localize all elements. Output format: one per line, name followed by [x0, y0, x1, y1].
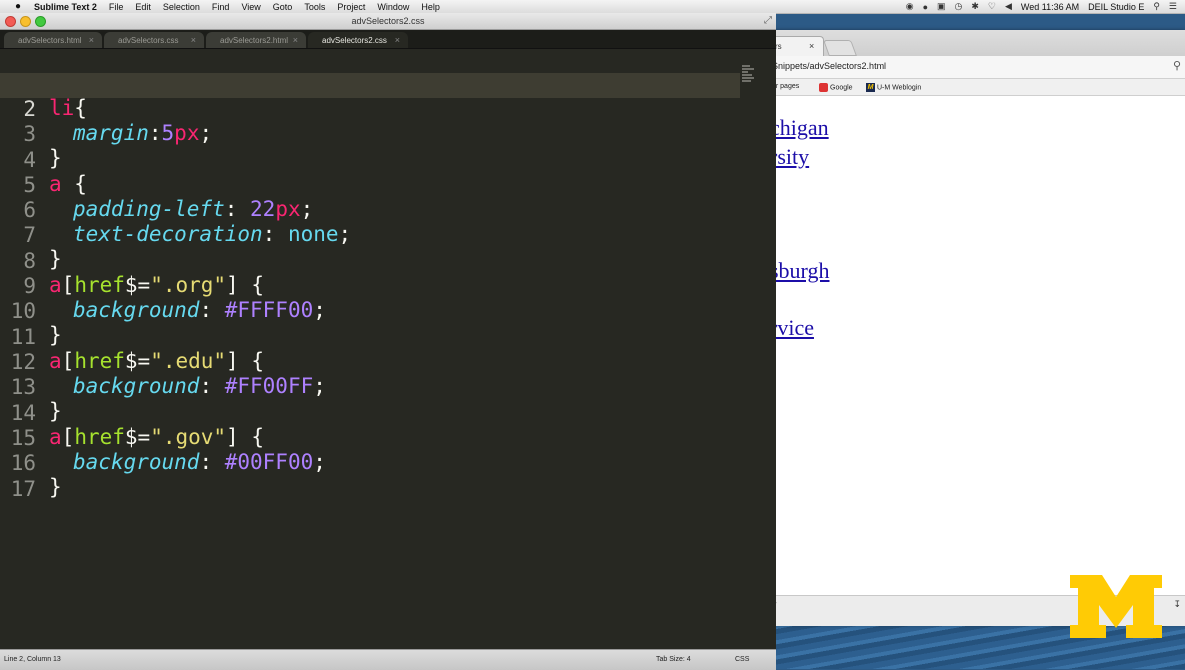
window-controls: [5, 16, 46, 27]
code-line: 9 background: #FFFF00;: [0, 250, 740, 322]
new-tab-button[interactable]: [823, 40, 857, 56]
close-icon[interactable]: ×: [809, 41, 814, 51]
minimize-window-button[interactable]: [20, 16, 31, 27]
code-line: 1 li{: [0, 48, 740, 120]
umich-icon: M: [866, 83, 875, 92]
code-line: 4 a {: [0, 124, 740, 196]
bookmark-google-label: Google: [830, 84, 853, 92]
time-machine-icon[interactable]: ◷: [955, 1, 963, 12]
close-icon[interactable]: ×: [191, 35, 196, 45]
skype-icon[interactable]: ●: [923, 2, 928, 12]
code-line: 16 }: [0, 427, 740, 499]
menu-find[interactable]: Find: [212, 2, 230, 12]
umich-block-m-logo: [1070, 575, 1162, 638]
search-icon[interactable]: ⚲: [1173, 59, 1181, 72]
link-service[interactable]: rvice: [770, 315, 814, 341]
code-line: 8 a[href$=".org"] {: [0, 225, 740, 297]
close-window-button[interactable]: [5, 16, 16, 27]
volume-icon[interactable]: ◀: [1005, 1, 1012, 12]
code-line: 3 }: [0, 98, 740, 170]
link-pittsburgh[interactable]: sburgh: [770, 258, 830, 284]
tab-advselectors2-html[interactable]: advSelectors2.html ×: [206, 32, 306, 48]
tab-size-selector[interactable]: Tab Size: 4: [656, 656, 691, 663]
menu-view[interactable]: View: [241, 2, 260, 12]
menu-edit[interactable]: Edit: [135, 2, 151, 12]
close-icon[interactable]: ×: [293, 35, 298, 45]
editor-status-bar: Line 2, Column 13 Tab Size: 4 CSS: [0, 649, 776, 670]
menu-file[interactable]: File: [109, 2, 124, 12]
google-icon: [819, 83, 828, 92]
sublime-title-bar: advSelectors2.css ⤢: [0, 13, 776, 30]
address-bar[interactable]: Snippets/advSelectors2.html ⚲: [770, 56, 1185, 79]
code-line: 14 a[href$=".gov"] {: [0, 377, 740, 449]
code-editor[interactable]: 1 li{ 2 margin:5px; 3 } 4 a { 5 padding-…: [0, 48, 776, 654]
url-text: Snippets/advSelectors2.html: [772, 61, 887, 71]
line-number: 17: [10, 477, 36, 501]
tab-label: advSelectors2.css: [322, 36, 387, 45]
code-line: 5 padding-left: 22px;: [0, 149, 740, 221]
browser-window: rs × Snippets/advSelectors2.html ⚲ ur pa…: [770, 30, 1185, 626]
download-icon[interactable]: ↧: [1173, 599, 1181, 610]
bookmark-google[interactable]: Google: [819, 83, 853, 92]
screen-icon[interactable]: ▣: [937, 1, 946, 12]
menu-goto[interactable]: Goto: [273, 2, 293, 12]
bookmarks-bar: ur pages Google M U-M Weblogin: [770, 79, 1185, 96]
apple-icon[interactable]: ●: [12, 1, 24, 12]
spotlight-icon[interactable]: ⚲: [1153, 1, 1160, 12]
tab-label: advSelectors.css: [118, 36, 179, 45]
minimap[interactable]: [742, 65, 756, 83]
menu-extras: ◉ ● ▣ ◷ ✱ ♡ ◀ Wed 11:36 AM DEIL Studio E…: [906, 0, 1177, 13]
notification-icon[interactable]: ☰: [1169, 1, 1177, 12]
code-line: 10 }: [0, 275, 740, 347]
syntax-selector[interactable]: CSS: [735, 656, 749, 663]
code-line: 15 background: #00FF00;: [0, 402, 740, 474]
tab-advselectors-html[interactable]: advSelectors.html ×: [4, 32, 102, 48]
code-line: 11 a[href$=".edu"] {: [0, 301, 740, 373]
tab-advselectors-css[interactable]: advSelectors.css ×: [104, 32, 204, 48]
window-title: advSelectors2.css: [351, 16, 425, 26]
code-line-current: 2 margin:5px;: [0, 73, 740, 145]
menu-app-name[interactable]: Sublime Text 2: [34, 2, 97, 12]
user-name[interactable]: DEIL Studio E: [1088, 2, 1144, 12]
tab-label: advSelectors2.html: [220, 36, 289, 45]
editor-tab-bar: advSelectors.html × advSelectors.css × a…: [0, 30, 776, 49]
clock[interactable]: Wed 11:36 AM: [1021, 2, 1079, 12]
code-line: 6 text-decoration: none;: [0, 174, 740, 246]
menu-help[interactable]: Help: [421, 2, 440, 12]
bluetooth-icon[interactable]: ✱: [971, 1, 979, 12]
zoom-window-button[interactable]: [35, 16, 46, 27]
browser-tab-label: rs: [775, 42, 782, 51]
menu-selection[interactable]: Selection: [163, 2, 200, 12]
fullscreen-icon[interactable]: ⤢: [764, 13, 772, 29]
menu-bar: ● Sublime Text 2 File Edit Selection Fin…: [0, 0, 1185, 14]
code-line: 7 }: [0, 199, 740, 271]
tab-label: advSelectors.html: [18, 36, 82, 45]
menu-window[interactable]: Window: [377, 2, 409, 12]
code-line: 12 background: #FF00FF;: [0, 326, 740, 398]
close-icon[interactable]: ×: [89, 35, 94, 45]
close-icon[interactable]: ×: [395, 35, 400, 45]
link-michigan[interactable]: chigan: [770, 115, 829, 141]
record-icon[interactable]: ◉: [906, 1, 914, 12]
bookmark-umweblogin-label: U-M Weblogin: [877, 84, 922, 92]
browser-tab-strip: rs ×: [770, 30, 1185, 57]
code-line: 13 }: [0, 351, 740, 423]
menu-project[interactable]: Project: [337, 2, 365, 12]
sublime-window: advSelectors2.css ⤢ advSelectors.html × …: [0, 13, 776, 670]
bookmark-umweblogin[interactable]: M U-M Weblogin: [866, 83, 921, 92]
tab-advselectors2-css[interactable]: advSelectors2.css ×: [308, 32, 408, 48]
menu-tools[interactable]: Tools: [304, 2, 325, 12]
cursor-position: Line 2, Column 13: [4, 656, 61, 663]
wifi-icon[interactable]: ♡: [988, 1, 996, 12]
code-line: 17: [0, 453, 740, 501]
bookmark-other-pages[interactable]: ur pages: [772, 83, 799, 90]
browser-tab[interactable]: rs ×: [770, 36, 824, 57]
